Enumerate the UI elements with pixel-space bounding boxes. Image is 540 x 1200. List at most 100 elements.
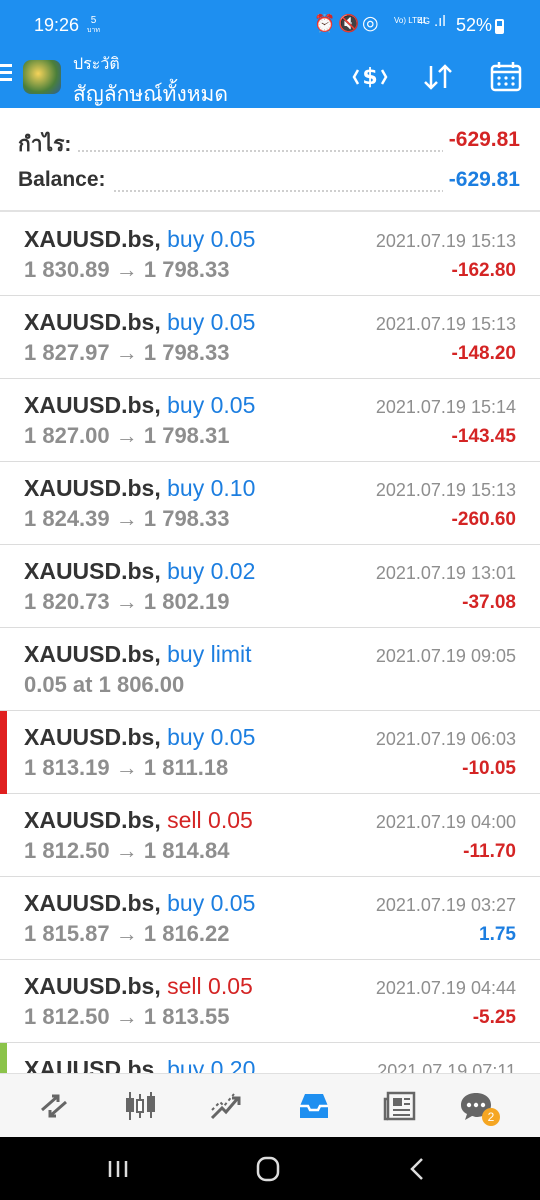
trade-symbol: XAUUSD.bs, buy 0.10 (24, 475, 255, 502)
trade-profit: -37.08 (462, 592, 516, 613)
trade-row[interactable]: XAUUSD.bs, buy 0.05 1 827.00 → 1 798.31 20… (0, 379, 540, 462)
trade-row[interactable]: XAUUSD.bs, buy 0.02 1 820.73 → 1 802.19 20… (0, 545, 540, 628)
trade-symbol: XAUUSD.bs, buy 0.05 (24, 309, 255, 336)
trade-svg (210, 1093, 241, 1120)
trade-prices: 1 827.00 → 1 798.31 (24, 423, 230, 448)
symbol-name: XAUUSD.bs, (24, 475, 161, 501)
chart-icon[interactable] (120, 1086, 160, 1126)
trade-profit: 1.75 (479, 924, 516, 945)
symbol-name: XAUUSD.bs, (24, 558, 161, 584)
trade-icon[interactable] (206, 1086, 246, 1126)
trade-marker (0, 628, 7, 711)
trade-prices: 0.05 at 1 806.00 (24, 672, 185, 697)
trade-type: buy 0.02 (167, 558, 256, 584)
trade-marker (0, 794, 7, 877)
trade-row[interactable]: XAUUSD.bs, buy 0.10 1 824.39 → 1 798.33 20… (0, 462, 540, 545)
symbol-name: XAUUSD.bs, (24, 226, 161, 252)
recent-apps-icon[interactable] (100, 1153, 136, 1185)
balance-label: Balance: (18, 168, 112, 192)
trade-row[interactable]: XAUUSD.bs, buy 0.05 1 827.97 → 1 798.33 20… (0, 296, 540, 379)
trade-type: buy 0.05 (167, 309, 256, 335)
network-type: 4G (418, 16, 431, 26)
calendar-svg (490, 62, 522, 92)
trade-symbol: XAUUSD.bs, buy 0.05 (24, 392, 255, 419)
symbol-name: XAUUSD.bs, (24, 807, 161, 833)
trade-prices: 1 812.50 → 1 813.55 (24, 1004, 230, 1029)
balance-value: -629.81 (442, 168, 520, 192)
trade-prices: 1 815.87 → 1 816.22 (24, 921, 230, 946)
notification-count: 5 (90, 15, 97, 26)
trade-prices: 1 812.50 → 1 814.84 (24, 838, 230, 863)
home-icon[interactable] (250, 1153, 286, 1185)
trade-time: 2021.07.19 04:00 (375, 812, 516, 832)
chart-svg (126, 1092, 155, 1120)
trade-row[interactable]: XAUUSD.bs, buy 0.05 1 830.89 → 1 798.33 20… (0, 213, 540, 296)
trade-prices: 1 820.73 → 1 802.19 (24, 589, 230, 614)
trade-row[interactable]: XAUUSD.bs, buy 0.05 1 815.87 → 1 816.22 20… (0, 877, 540, 960)
trade-type: buy 0.05 (167, 392, 256, 418)
trade-prices: 1 824.39 → 1 798.33 (24, 506, 230, 531)
trade-type: sell 0.05 (167, 807, 253, 833)
status-time: 19:26 (34, 15, 80, 35)
history-svg (300, 1094, 328, 1118)
calendar-icon[interactable] (486, 60, 526, 94)
trade-type: buy 0.10 (167, 475, 256, 501)
trade-prices: 1 827.97 → 1 798.33 (24, 340, 230, 365)
profit-label: กำไร: (18, 128, 78, 161)
trade-row[interactable]: XAUUSD.bs, sell 0.05 1 812.50 → 1 814.84 2… (0, 794, 540, 877)
trade-symbol: XAUUSD.bs, buy 0.05 (24, 890, 255, 917)
trade-type: buy 0.05 (167, 890, 256, 916)
trade-row[interactable]: XAUUSD.bs, sell 0.05 1 812.50 → 1 813.55 2… (0, 960, 540, 1043)
back-icon[interactable] (400, 1153, 436, 1185)
trade-time: 2021.07.19 06:03 (375, 729, 516, 749)
symbol-name: XAUUSD.bs, (24, 392, 161, 418)
currency-svg: $ (352, 65, 388, 90)
currency-icon[interactable]: $ (350, 60, 390, 94)
chat-icon[interactable]: 2 (456, 1086, 500, 1126)
trade-marker (0, 296, 7, 379)
trade-prices: 1 830.89 → 1 798.33 (24, 257, 230, 282)
app-logo (23, 60, 61, 94)
trade-profit: -260.60 (451, 509, 516, 530)
hotspot-icon: ◎ (362, 13, 379, 34)
system-navigation-bar (0, 1137, 540, 1200)
trade-profit: -162.80 (451, 260, 516, 281)
profit-value: -629.81 (442, 128, 520, 152)
trade-marker (0, 711, 7, 794)
trade-row[interactable]: XAUUSD.bs, buy 0.05 1 813.19 → 1 811.18 20… (0, 711, 540, 794)
history-icon[interactable] (294, 1086, 334, 1126)
quotes-icon[interactable] (34, 1086, 74, 1126)
trade-type: sell 0.05 (167, 973, 253, 999)
symbol-name: XAUUSD.bs, (24, 641, 161, 667)
trade-time: 2021.07.19 09:05 (375, 646, 516, 666)
trade-profit: -5.25 (472, 1007, 516, 1028)
trade-row[interactable]: XAUUSD.bs, buy limit 0.05 at 1 806.00 2021… (0, 628, 540, 711)
menu-icon[interactable] (0, 64, 14, 84)
trade-marker (0, 213, 7, 296)
trade-marker (0, 379, 7, 462)
trade-time: 2021.07.19 15:13 (375, 231, 516, 251)
trade-time: 2021.07.19 15:14 (375, 397, 516, 417)
trade-type: buy 0.05 (167, 724, 256, 750)
app-screen: 19:26 5 บาท ⏰ 🔇 ◎ Vo) LTE1 4G .ıl 52% ปร… (0, 0, 540, 1200)
symbol-name: XAUUSD.bs, (24, 724, 161, 750)
battery-percent: 52% (456, 15, 493, 35)
trade-type: buy 0.05 (167, 226, 256, 252)
trade-profit: -10.05 (462, 758, 516, 779)
news-svg (383, 1091, 416, 1121)
symbol-name: XAUUSD.bs, (24, 309, 161, 335)
trade-profit: -11.70 (463, 841, 516, 862)
trade-type: buy limit (167, 641, 252, 667)
screen-subtitle: ประวัติ (73, 56, 120, 73)
trade-time: 2021.07.19 15:13 (375, 314, 516, 334)
screen-title[interactable]: สัญลักษณ์ทั้งหมด (73, 78, 228, 111)
trade-marker (0, 877, 7, 960)
trade-marker (0, 462, 7, 545)
sort-icon[interactable] (418, 60, 458, 94)
trade-marker (0, 545, 7, 628)
news-icon[interactable] (380, 1086, 420, 1126)
trade-symbol: XAUUSD.bs, sell 0.05 (24, 973, 253, 1000)
trade-time: 2021.07.19 13:01 (375, 563, 516, 583)
trade-marker (0, 960, 7, 1043)
trade-symbol: XAUUSD.bs, sell 0.05 (24, 807, 253, 834)
